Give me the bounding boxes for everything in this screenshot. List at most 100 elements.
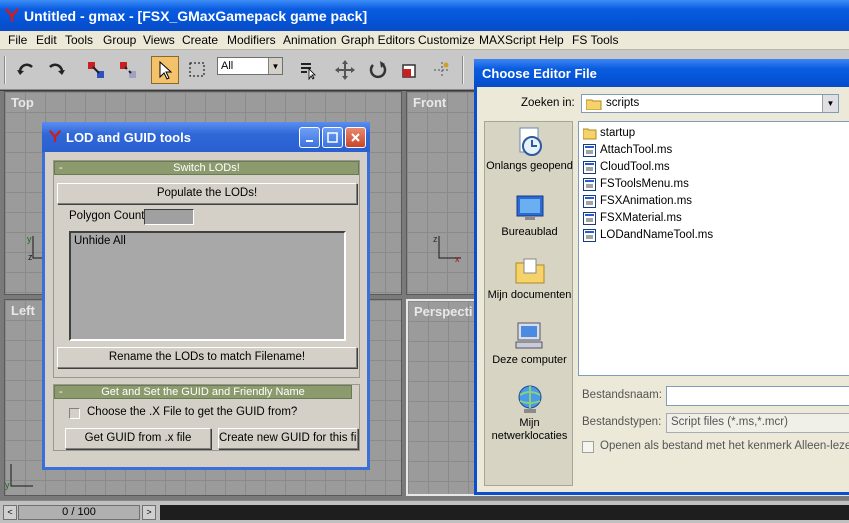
file-name: FSXMaterial.ms xyxy=(600,212,682,224)
menu-animation[interactable]: Animation xyxy=(283,33,336,47)
chevron-down-icon[interactable]: ▼ xyxy=(268,58,282,74)
arrow-cursor-icon xyxy=(159,60,173,80)
menu-bar: File Edit Tools Group Views Create Modif… xyxy=(0,31,849,50)
file-name: FSToolsMenu.ms xyxy=(600,178,689,190)
list-item[interactable]: FSXAnimation.ms xyxy=(583,193,692,209)
unlink-icon xyxy=(120,62,136,78)
list-item[interactable]: LODandNameTool.ms xyxy=(583,227,713,243)
svg-text:y: y xyxy=(5,480,10,490)
select-and-scale-button[interactable] xyxy=(396,56,424,84)
unlink-selection-button[interactable] xyxy=(114,56,142,84)
select-by-name-button[interactable] xyxy=(294,56,322,84)
file-list[interactable]: startup AttachTool.ms CloudTool.ms FSToo… xyxy=(578,121,849,376)
menu-group[interactable]: Group xyxy=(103,33,136,47)
file-dialog-title-bar[interactable]: Choose Editor File xyxy=(474,59,849,87)
selection-filter-dropdown[interactable]: All ▼ xyxy=(217,57,283,75)
viewport-label[interactable]: Perspecti xyxy=(414,304,473,319)
filetype-dropdown[interactable]: Script files (*.ms,*.mcr) xyxy=(666,413,849,433)
menu-maxscript[interactable]: MAXScript xyxy=(479,33,536,47)
list-item[interactable]: Unhide All xyxy=(74,235,341,247)
menu-views[interactable]: Views xyxy=(143,33,175,47)
region-select-button[interactable] xyxy=(184,56,212,84)
get-guid-button[interactable]: Get GUID from .x file xyxy=(65,428,211,449)
select-and-rotate-button[interactable] xyxy=(364,56,392,84)
rotate-icon xyxy=(369,61,387,79)
menu-create[interactable]: Create xyxy=(182,33,218,47)
list-item[interactable]: FSToolsMenu.ms xyxy=(583,176,689,192)
filetype-value: Script files (*.ms,*.mcr) xyxy=(671,416,788,428)
filename-label: Bestandsnaam: xyxy=(582,389,662,401)
close-button[interactable] xyxy=(345,127,366,148)
menu-graph-editors[interactable]: Graph Editors xyxy=(341,33,415,47)
maximize-icon xyxy=(327,132,338,143)
rollout-title: Switch LODs! xyxy=(173,162,240,174)
desktop-icon xyxy=(516,195,543,220)
minimize-button[interactable] xyxy=(299,127,320,148)
time-slider-prev-button[interactable]: < xyxy=(3,505,17,520)
menu-customize[interactable]: Customize xyxy=(418,33,475,47)
undo-button[interactable] xyxy=(12,56,40,84)
filename-input[interactable] xyxy=(666,386,849,406)
list-item[interactable]: AttachTool.ms xyxy=(583,142,672,158)
rename-lods-button[interactable]: Rename the LODs to match Filename! xyxy=(57,347,357,368)
viewport-label[interactable]: Front xyxy=(413,95,446,110)
chevron-down-icon[interactable]: ▼ xyxy=(822,95,838,112)
my-documents-icon xyxy=(515,258,544,284)
list-item[interactable]: FSXMaterial.ms xyxy=(583,210,682,226)
main-title-bar[interactable]: Untitled - gmax - [FSX_GMaxGamepack game… xyxy=(0,0,849,31)
place-desktop[interactable]: Bureaublad xyxy=(485,192,574,239)
menu-modifiers[interactable]: Modifiers xyxy=(227,33,276,47)
populate-lods-button[interactable]: Populate the LODs! xyxy=(57,183,357,204)
window-title: Untitled - gmax - [FSX_GMaxGamepack game… xyxy=(24,8,368,24)
menu-help[interactable]: Help xyxy=(539,33,564,47)
place-network[interactable]: Mijn netwerklocaties xyxy=(485,383,574,443)
select-object-button[interactable] xyxy=(151,56,179,84)
polygon-count-field[interactable] xyxy=(144,209,194,225)
look-in-dropdown[interactable]: scripts ▼ xyxy=(581,94,839,113)
lod-listbox[interactable]: Unhide All xyxy=(69,231,346,341)
time-slider[interactable]: 0 / 100 xyxy=(18,505,140,520)
open-readonly-checkbox[interactable] xyxy=(582,441,594,453)
guid-rollout-header[interactable]: - Get and Set the GUID and Friendly Name xyxy=(54,385,352,399)
create-guid-button[interactable]: Create new GUID for this file xyxy=(218,428,358,449)
file-name: FSXAnimation.ms xyxy=(600,195,693,207)
select-and-link-button[interactable] xyxy=(82,56,110,84)
choose-x-file-checkbox[interactable] xyxy=(69,408,80,419)
menu-fs-tools[interactable]: FS Tools xyxy=(572,33,618,47)
place-recent[interactable]: Onlangs geopend xyxy=(485,126,574,173)
menu-tools[interactable]: Tools xyxy=(65,33,93,47)
place-my-computer[interactable]: Deze computer xyxy=(485,320,574,367)
viewport-label[interactable]: Top xyxy=(11,95,34,110)
file-name: CloudTool.ms xyxy=(600,161,670,173)
lod-dialog-title-bar[interactable]: LOD and GUID tools xyxy=(42,122,370,152)
script-file-icon xyxy=(583,143,596,157)
switch-lods-rollout-header[interactable]: - Switch LODs! xyxy=(54,161,359,175)
close-icon xyxy=(351,133,360,142)
viewport-label[interactable]: Left xyxy=(11,303,35,318)
redo-button[interactable] xyxy=(42,56,70,84)
time-slider-next-button[interactable]: > xyxy=(142,505,156,520)
place-label: Mijn netwerklocaties xyxy=(491,417,568,442)
file-name: LODandNameTool.ms xyxy=(600,229,714,241)
script-file-icon xyxy=(583,228,596,242)
manipulate-button[interactable] xyxy=(428,56,456,84)
link-icon xyxy=(88,62,104,78)
track-bar[interactable] xyxy=(160,505,849,520)
axis-gizmo-icon: y xyxy=(5,464,33,490)
select-by-name-icon xyxy=(301,63,316,81)
toolbar-separator xyxy=(4,56,6,84)
file-name: AttachTool.ms xyxy=(600,144,673,156)
script-file-icon xyxy=(583,177,596,191)
list-item[interactable]: startup xyxy=(583,125,635,141)
look-in-label: Zoeken in: xyxy=(521,97,575,109)
menu-edit[interactable]: Edit xyxy=(36,33,57,47)
place-my-documents[interactable]: Mijn documenten xyxy=(485,255,574,302)
select-and-move-button[interactable] xyxy=(331,56,359,84)
menu-file[interactable]: File xyxy=(8,33,27,47)
undo-icon xyxy=(17,63,33,75)
maximize-button[interactable] xyxy=(322,127,343,148)
place-label: Mijn documenten xyxy=(487,289,572,301)
gmax-app-icon xyxy=(5,8,19,22)
look-in-value: scripts xyxy=(606,97,640,109)
list-item[interactable]: CloudTool.ms xyxy=(583,159,670,175)
